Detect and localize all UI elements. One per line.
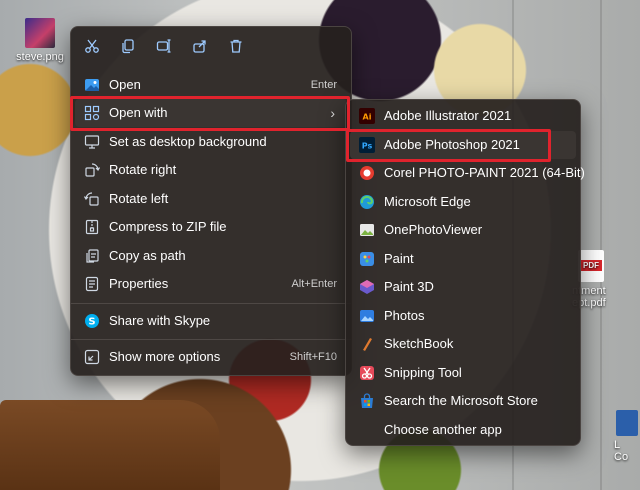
submenu-item-illustrator[interactable]: Ai Adobe Illustrator 2021: [350, 102, 576, 130]
menu-item-properties[interactable]: Properties Alt+Enter: [75, 270, 347, 298]
paint-icon: [359, 251, 375, 267]
image-icon: [84, 77, 100, 93]
submenu-item-label: Corel PHOTO-PAINT 2021 (64-Bit): [384, 165, 585, 180]
menu-item-copy-as-path[interactable]: Copy as path: [75, 242, 347, 270]
store-icon: [359, 393, 375, 409]
desktop-icon-label: ntment ept.pdf: [572, 285, 606, 309]
svg-text:Ai: Ai: [363, 113, 372, 122]
menu-item-label: Properties: [109, 276, 169, 291]
submenu-item-microsoft-store[interactable]: Search the Microsoft Store: [350, 387, 576, 415]
delete-icon: [230, 39, 242, 53]
menu-item-label: Share with Skype: [109, 313, 211, 328]
submenu-item-label: Search the Microsoft Store: [384, 393, 538, 408]
delete-button[interactable]: [225, 35, 247, 57]
copy-button[interactable]: [117, 35, 139, 57]
desktop-icon-label: L Co: [614, 439, 629, 463]
menu-item-shortcut: Shift+F10: [289, 351, 337, 363]
menu-item-open[interactable]: Open Enter: [75, 71, 347, 99]
snipping-tool-icon: [359, 365, 375, 381]
menu-item-label: Compress to ZIP file: [109, 219, 227, 234]
menu-item-share-skype[interactable]: S Share with Skype: [75, 307, 347, 335]
submenu-item-edge[interactable]: Microsoft Edge: [350, 188, 576, 216]
sketchbook-icon: [359, 336, 375, 352]
menu-item-show-more-options[interactable]: Show more options Shift+F10: [75, 343, 347, 371]
menu-item-rotate-left[interactable]: Rotate left: [75, 185, 347, 213]
desktop-icon-steve-png[interactable]: steve.png: [8, 18, 72, 63]
submenu-item-label: Microsoft Edge: [384, 194, 471, 209]
share-icon: [193, 40, 206, 53]
pdf-badge: PDF: [580, 260, 602, 271]
submenu-item-sketchbook[interactable]: SketchBook: [350, 330, 576, 358]
menu-item-label: Open: [109, 77, 141, 92]
pdf-file-icon: PDF: [578, 250, 604, 282]
desktop-icon-pdf[interactable]: PDF ntment ept.pdf: [572, 250, 640, 309]
context-menu: Open Enter Open with › Set as desktop ba…: [70, 26, 352, 376]
illustrator-icon: Ai: [359, 108, 375, 124]
cut-button[interactable]: [81, 35, 103, 57]
submenu-item-snipping-tool[interactable]: Snipping Tool: [350, 359, 576, 387]
menu-item-label: Show more options: [109, 349, 221, 364]
copy-icon: [122, 39, 134, 54]
context-menu-toolbar: [81, 35, 247, 59]
rotate-right-icon: [84, 162, 100, 178]
corel-icon: [359, 165, 375, 181]
rename-icon: [156, 39, 171, 53]
submenu-item-label: Paint: [384, 251, 414, 266]
more-options-icon: [84, 349, 100, 365]
submenu-item-paint3d[interactable]: Paint 3D: [350, 273, 576, 301]
photos-icon: [359, 308, 375, 324]
rename-button[interactable]: [153, 35, 175, 57]
desktop-background-icon: [84, 134, 100, 150]
submenu-item-paint[interactable]: Paint: [350, 245, 576, 273]
menu-item-label: Rotate left: [109, 191, 169, 206]
desktop-icon-document[interactable]: L Co: [614, 410, 640, 463]
menu-item-shortcut: Enter: [310, 79, 337, 91]
share-button[interactable]: [189, 35, 211, 57]
submenu-item-corel[interactable]: Corel PHOTO-PAINT 2021 (64-Bit): [350, 159, 585, 187]
highlight-box-photoshop: [346, 129, 551, 162]
wallpaper-board-seam: [600, 0, 602, 490]
submenu-item-photos[interactable]: Photos: [350, 302, 576, 330]
copy-path-icon: [84, 248, 100, 264]
submenu-item-label: Photos: [384, 308, 425, 323]
desktop-icon-label: steve.png: [16, 51, 64, 63]
properties-icon: [84, 276, 100, 292]
menu-separator: [71, 303, 351, 304]
document-file-icon: [616, 410, 638, 436]
menu-separator: [71, 339, 351, 340]
submenu-item-label: Choose another app: [384, 422, 502, 437]
menu-item-label: Set as desktop background: [109, 134, 267, 149]
edge-icon: [359, 194, 375, 210]
submenu-item-label: Adobe Illustrator 2021: [384, 108, 512, 123]
menu-item-label: Copy as path: [109, 248, 186, 263]
submenu-item-onephotoviewer[interactable]: OnePhotoViewer: [350, 216, 576, 244]
submenu-item-label: Paint 3D: [384, 279, 434, 294]
submenu-item-choose-another-app[interactable]: Choose another app: [350, 416, 576, 444]
menu-item-compress-zip[interactable]: Compress to ZIP file: [75, 213, 347, 241]
svg-text:S: S: [88, 317, 95, 328]
wallpaper-bread: [0, 400, 220, 490]
zip-icon: [84, 219, 100, 235]
highlight-box-open-with: [70, 96, 350, 131]
paint3d-icon: [359, 279, 375, 295]
photo-viewer-icon: [359, 222, 375, 238]
image-file-icon: [25, 18, 55, 48]
cut-icon: [85, 39, 99, 53]
rotate-left-icon: [84, 191, 100, 207]
skype-icon: S: [84, 313, 100, 329]
submenu-item-label: SketchBook: [384, 336, 454, 351]
submenu-item-label: Snipping Tool: [384, 365, 462, 380]
menu-item-set-desktop-background[interactable]: Set as desktop background: [75, 128, 347, 156]
menu-item-rotate-right[interactable]: Rotate right: [75, 156, 347, 184]
menu-item-label: Rotate right: [109, 162, 177, 177]
menu-item-shortcut: Alt+Enter: [291, 278, 337, 290]
submenu-item-label: OnePhotoViewer: [384, 222, 483, 237]
